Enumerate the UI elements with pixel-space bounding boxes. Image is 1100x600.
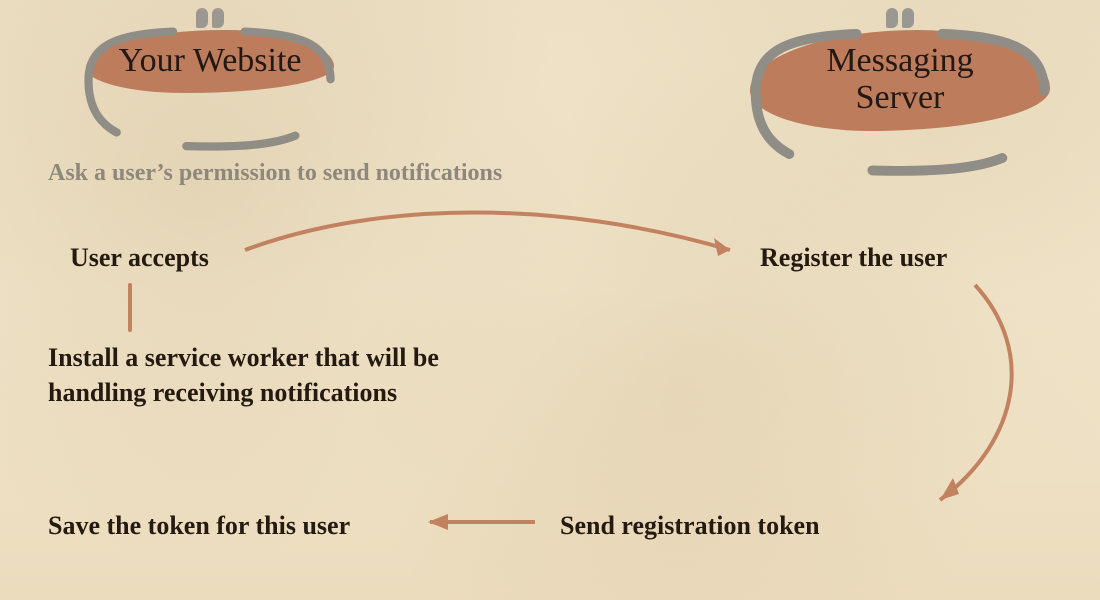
badge-messaging-server: Messaging Server [750,30,1050,131]
arrow-head [428,514,448,530]
arrow-head [940,478,959,500]
arrow-head [714,238,730,256]
step-user-accepts: User accepts [70,240,209,275]
badge-text: Your Website [118,42,301,79]
badge-label: Your Website [86,30,333,93]
badge-label: Messaging Server [750,30,1050,131]
step-send-token: Send registration token [560,508,820,543]
step-install-worker: Install a service worker that will be ha… [48,340,528,410]
badge-text: Messaging Server [826,42,973,116]
step-save-token: Save the token for this user [48,508,350,543]
badge-your-website: Your Website [60,30,360,93]
quote-icon [196,8,224,28]
arrow-accepts-to-register [245,213,730,251]
quote-icon [886,8,914,28]
step-register-user: Register the user [760,240,947,275]
dashed-outline [72,20,347,158]
subtitle: Ask a user’s permission to send notifica… [48,160,502,187]
arrow-register-to-send [940,285,1012,500]
